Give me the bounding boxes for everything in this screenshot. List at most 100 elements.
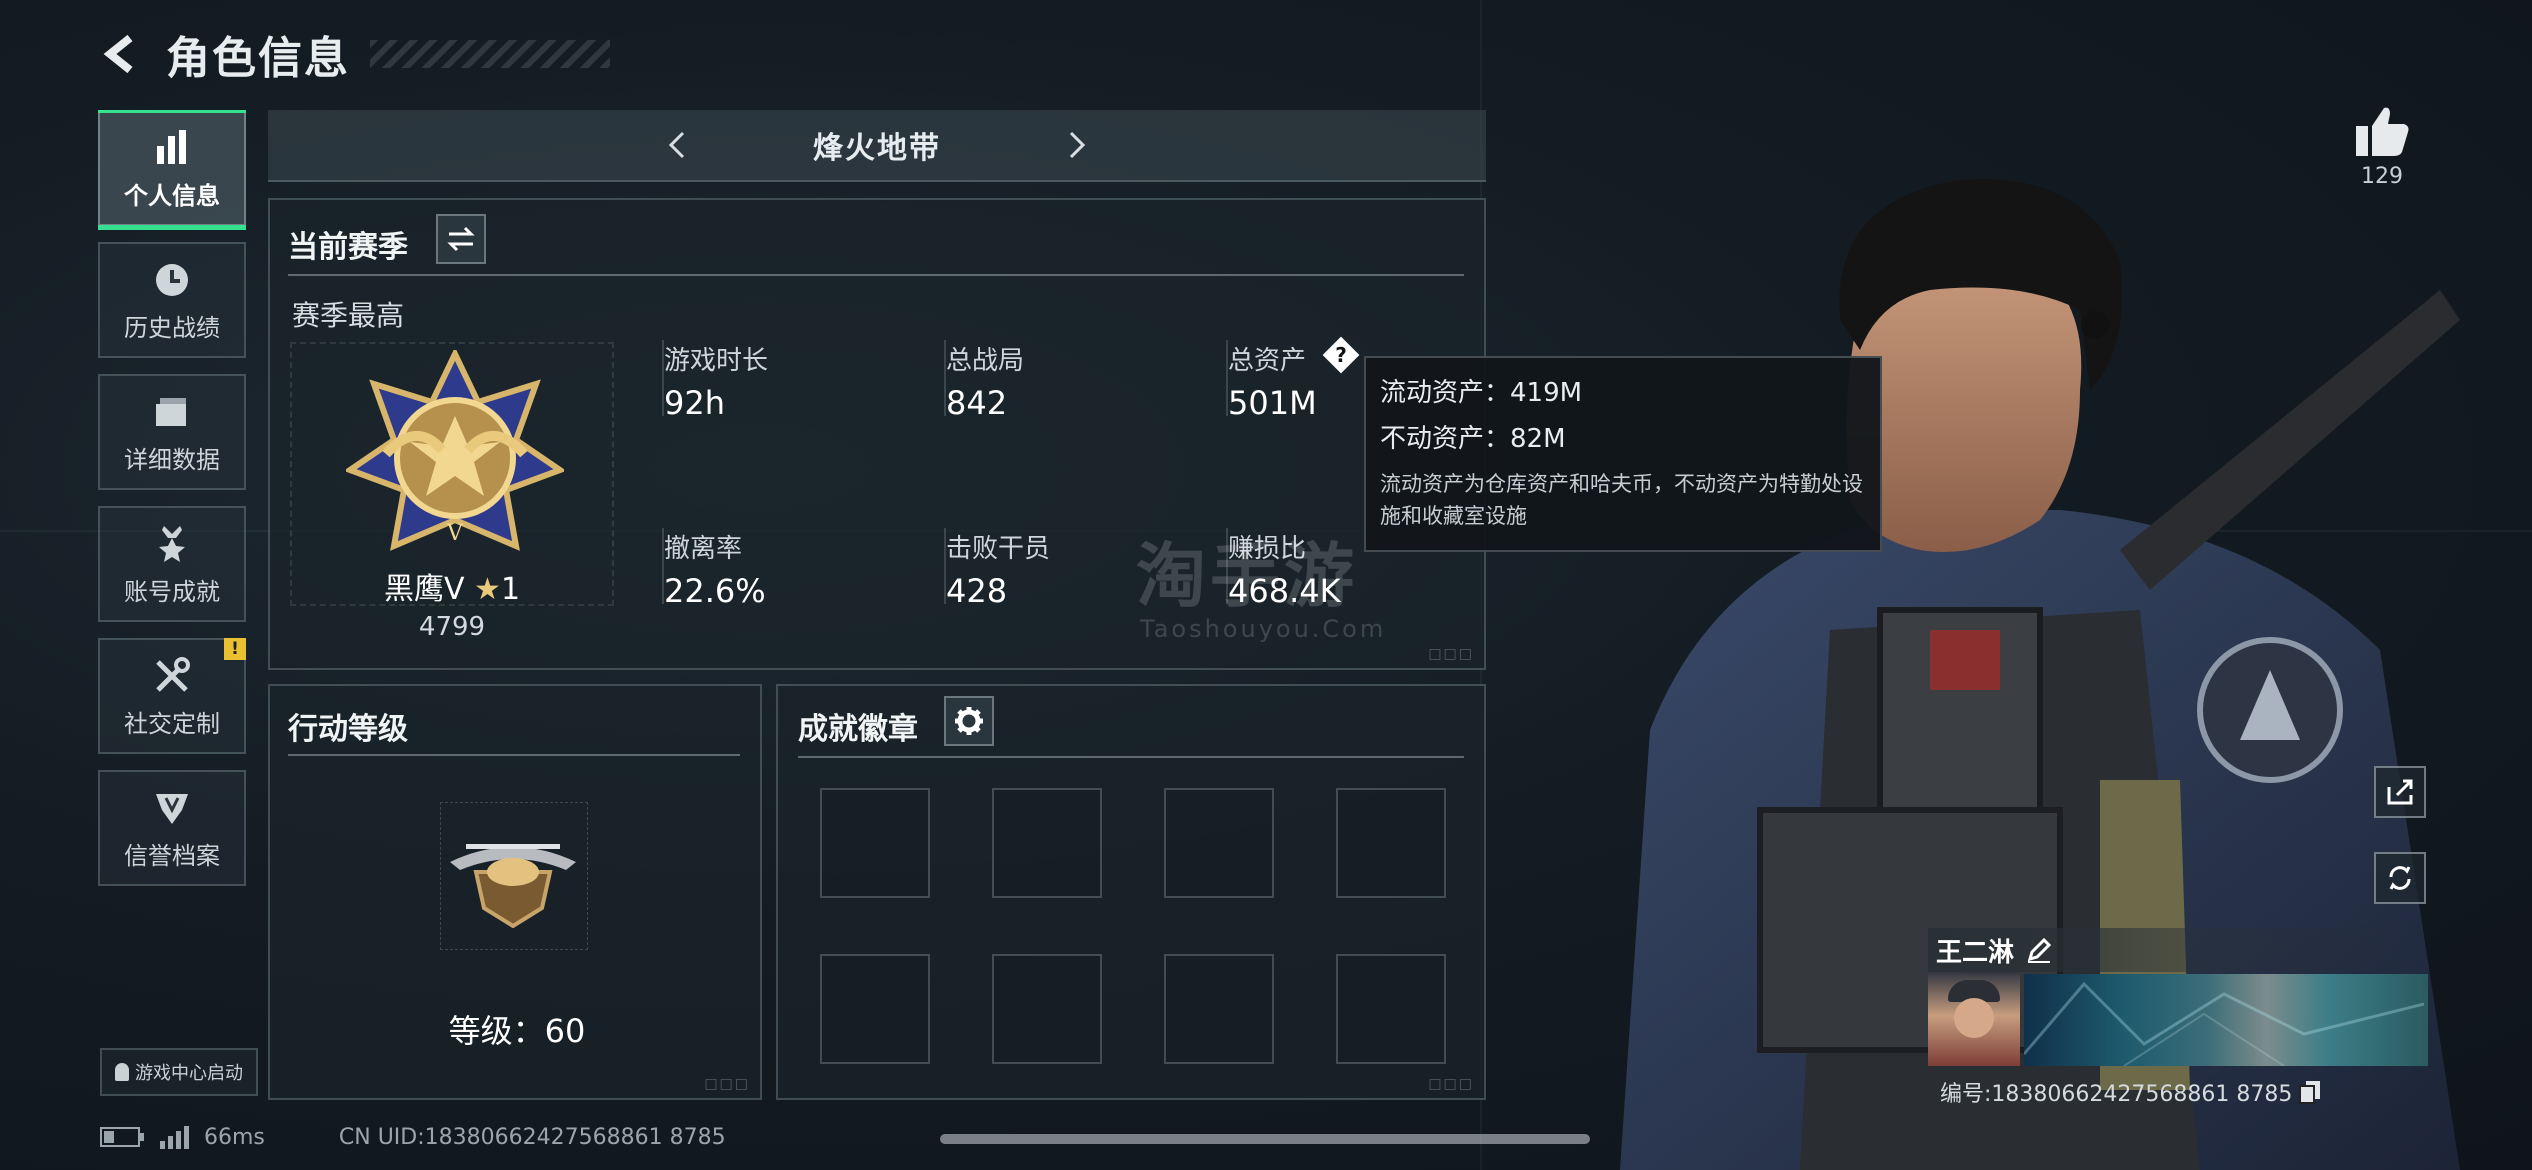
- copy-icon: [2299, 1081, 2321, 1104]
- home-indicator[interactable]: [940, 1134, 1590, 1144]
- stat-label-kills: 击败干员: [946, 534, 1051, 564]
- sidebar-item-label: 详细数据: [124, 445, 220, 474]
- sidebar-item-detailed-data[interactable]: 详细数据: [98, 374, 246, 490]
- battery-icon: [100, 1127, 144, 1147]
- mode-prev-button[interactable]: [660, 128, 694, 162]
- stat-value-total-assets: 501M: [1228, 384, 1317, 422]
- shield-icon: [150, 786, 194, 830]
- tooltip-fixed-assets: 不动资产：82M: [1380, 424, 1566, 454]
- player-banner: [1928, 974, 2428, 1066]
- folder-icon: [150, 390, 194, 434]
- player-id: 编号:18380662427568861 8785: [1940, 1082, 2293, 1107]
- tooltip-liquid-assets: 流动资产：419M: [1380, 378, 1583, 408]
- share-icon: [2387, 779, 2413, 805]
- badge-slot[interactable]: [992, 788, 1102, 898]
- like-button[interactable]: 129: [2354, 104, 2410, 189]
- sidebar-item-label: 信誉档案: [124, 841, 220, 870]
- tools-icon: [150, 654, 194, 698]
- sidebar-item-label: 社交定制: [124, 709, 220, 738]
- corner-decoration: □□□: [1428, 646, 1474, 662]
- corner-decoration: □□□: [1428, 1076, 1474, 1092]
- divider: [288, 274, 1464, 276]
- badge-slot[interactable]: [1164, 788, 1274, 898]
- stat-value-total-matches: 842: [946, 384, 1008, 422]
- badge-slot[interactable]: [992, 954, 1102, 1064]
- game-center-icon: [115, 1063, 129, 1081]
- pencil-icon: [2027, 937, 2052, 963]
- badge-slot[interactable]: [1336, 788, 1446, 898]
- stat-label-total-assets: 总资产: [1228, 346, 1307, 376]
- season-best-label: 赛季最高: [292, 299, 405, 332]
- watermark-url: Taoshouyou.Com: [1140, 615, 1387, 643]
- player-name-row: 王二淋: [1928, 928, 2428, 972]
- star-icon: ★: [474, 572, 501, 607]
- page-header: 角色信息: [96, 22, 610, 86]
- stat-label-extract-rate: 撤离率: [664, 534, 743, 564]
- rank-name: 黑鹰V: [383, 572, 465, 607]
- refresh-icon: [2389, 866, 2411, 890]
- back-arrow-icon: [103, 34, 133, 74]
- rank-score: 4799: [418, 612, 486, 642]
- player-name-card: 王二淋 编号:18380662427568861 8785: [1928, 928, 2428, 1108]
- signal-icon: [160, 1126, 189, 1149]
- level-panel-title: 行动等级: [288, 712, 408, 747]
- sidebar-item-history[interactable]: 历史战绩: [98, 242, 246, 358]
- sidebar-item-label: 账号成就: [124, 577, 220, 606]
- rank-stars: 1: [500, 572, 521, 607]
- like-count: 129: [2361, 164, 2403, 189]
- back-button[interactable]: [96, 28, 148, 80]
- stat-label-total-matches: 总战局: [946, 346, 1025, 376]
- sidebar-item-social[interactable]: 社交定制 !: [98, 638, 246, 754]
- avatar[interactable]: [1928, 974, 2020, 1066]
- medal-icon: [150, 522, 194, 566]
- badge-slot[interactable]: [820, 954, 930, 1064]
- chevron-left-icon: [668, 131, 685, 159]
- helicopter-emblem-icon: [450, 844, 576, 928]
- badges-settings-button[interactable]: [944, 696, 994, 746]
- bar-chart-icon: [150, 126, 194, 170]
- share-button[interactable]: [2374, 766, 2426, 818]
- cn-uid: CN UID:18380662427568861 8785: [338, 1124, 726, 1150]
- sidebar-item-achievements[interactable]: 账号成就: [98, 506, 246, 622]
- assets-tooltip: 流动资产：419M 不动资产：82M 流动资产为仓库资产和哈夫币，不动资产为特勤…: [1364, 356, 1882, 552]
- svg-text:?: ?: [1335, 343, 1347, 367]
- player-name: 王二淋: [1936, 937, 2015, 968]
- edit-name-button[interactable]: [2026, 937, 2052, 963]
- refresh-button[interactable]: [2374, 852, 2426, 904]
- clock-icon: [150, 258, 194, 302]
- divider: [798, 756, 1464, 758]
- watermark: 淘手游 Taoshouyou.Com: [1136, 520, 1386, 643]
- sidebar-item-label: 个人信息: [124, 181, 220, 210]
- header-decoration: [370, 40, 610, 68]
- corner-decoration: □□□: [704, 1076, 750, 1092]
- badge-slot[interactable]: [1336, 954, 1446, 1064]
- help-icon[interactable]: ?: [1322, 336, 1360, 374]
- player-id-row: 编号:18380662427568861 8785: [1928, 1076, 2428, 1108]
- badge-slot[interactable]: [1164, 954, 1274, 1064]
- page-title: 角色信息: [166, 33, 350, 84]
- notification-badge: !: [224, 638, 246, 660]
- stat-value-extract-rate: 22.6%: [664, 572, 766, 610]
- gear-icon: [955, 707, 983, 735]
- thumbs-up-icon: [2356, 107, 2409, 156]
- mode-selector: 烽火地带: [268, 110, 1486, 182]
- copy-id-button[interactable]: [2298, 1079, 2322, 1105]
- chevron-right-icon: [1069, 131, 1086, 159]
- level-text: 等级：60: [448, 1012, 586, 1050]
- game-center-launch-button[interactable]: 游戏中心启动: [100, 1048, 258, 1096]
- badges-panel-title: 成就徽章: [798, 712, 918, 747]
- mode-name: 烽火地带: [813, 131, 941, 166]
- stat-value-kills: 428: [946, 572, 1008, 610]
- tooltip-description: 流动资产为仓库资产和哈夫币，不动资产为特勤处设施和收藏室设施: [1380, 472, 1863, 528]
- level-panel: 行动等级 等级：60 □□□: [268, 684, 762, 1100]
- sidebar-item-personal-info[interactable]: 个人信息: [98, 110, 246, 230]
- rank-title: 黑鹰V ★1: [270, 564, 634, 608]
- sidebar-item-label: 历史战绩: [124, 313, 220, 342]
- ping-value: 66ms: [204, 1124, 265, 1150]
- rank-emblem-icon: V: [346, 350, 564, 551]
- game-center-label: 游戏中心启动: [135, 1063, 243, 1084]
- season-switch-button[interactable]: [436, 214, 486, 264]
- sidebar-item-credit[interactable]: 信誉档案: [98, 770, 246, 886]
- mode-next-button[interactable]: [1060, 128, 1094, 162]
- badge-slot[interactable]: [820, 788, 930, 898]
